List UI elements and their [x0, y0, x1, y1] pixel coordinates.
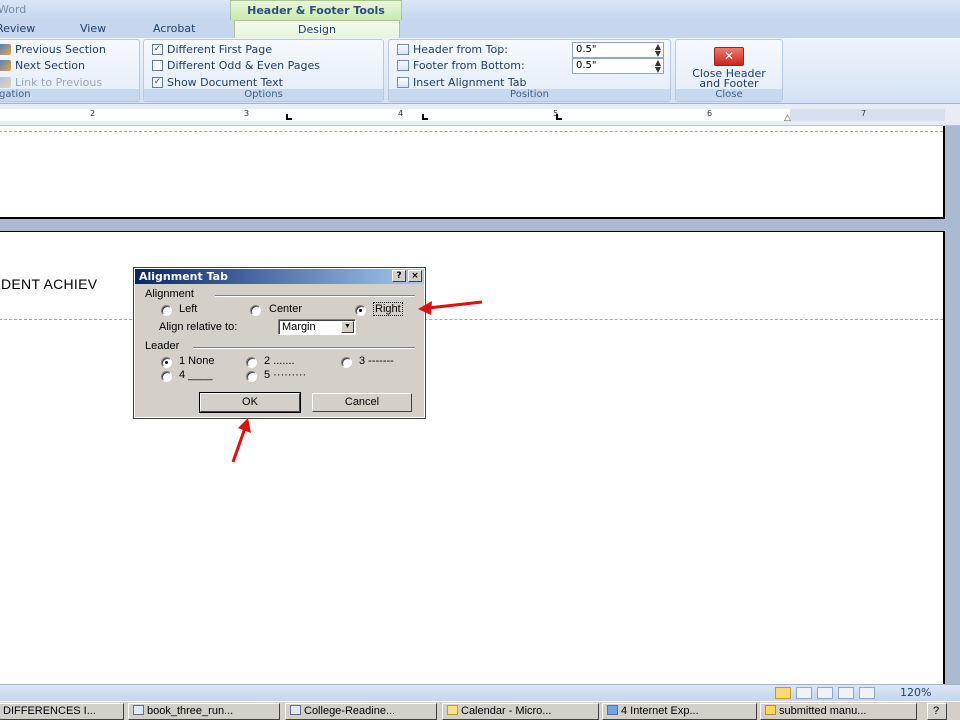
- arrow-to-right-option: [418, 300, 483, 315]
- calendar-icon: [447, 705, 458, 715]
- taskbar-item[interactable]: book_three_run...: [128, 703, 280, 720]
- status-bar: 120%: [0, 684, 960, 701]
- full-screen-reading-icon[interactable]: [796, 687, 812, 699]
- taskbar-item[interactable]: Calendar - Micro...: [442, 703, 599, 720]
- help-tray-icon[interactable]: ?: [927, 703, 947, 720]
- arrow-to-ok-button: [231, 418, 251, 463]
- outline-view-icon[interactable]: [838, 687, 854, 699]
- print-layout-view-icon[interactable]: [775, 687, 791, 699]
- web-layout-icon[interactable]: [817, 687, 833, 699]
- folder-icon: [765, 705, 776, 715]
- taskbar: DIFFERENCES I... book_three_run... Colle…: [0, 701, 960, 720]
- annotation-arrows: [231, 300, 483, 463]
- taskbar-item[interactable]: submitted manu...: [760, 703, 917, 720]
- taskbar-item[interactable]: DIFFERENCES I...: [0, 703, 124, 720]
- draft-view-icon[interactable]: [859, 687, 875, 699]
- taskbar-item[interactable]: College-Readine...: [285, 703, 437, 720]
- internet-explorer-icon: [607, 705, 618, 715]
- word-doc-icon: [133, 705, 144, 715]
- word-doc-icon: [290, 705, 301, 715]
- taskbar-item[interactable]: 4 Internet Exp...: [602, 703, 757, 720]
- zoom-level[interactable]: 120%: [900, 686, 931, 699]
